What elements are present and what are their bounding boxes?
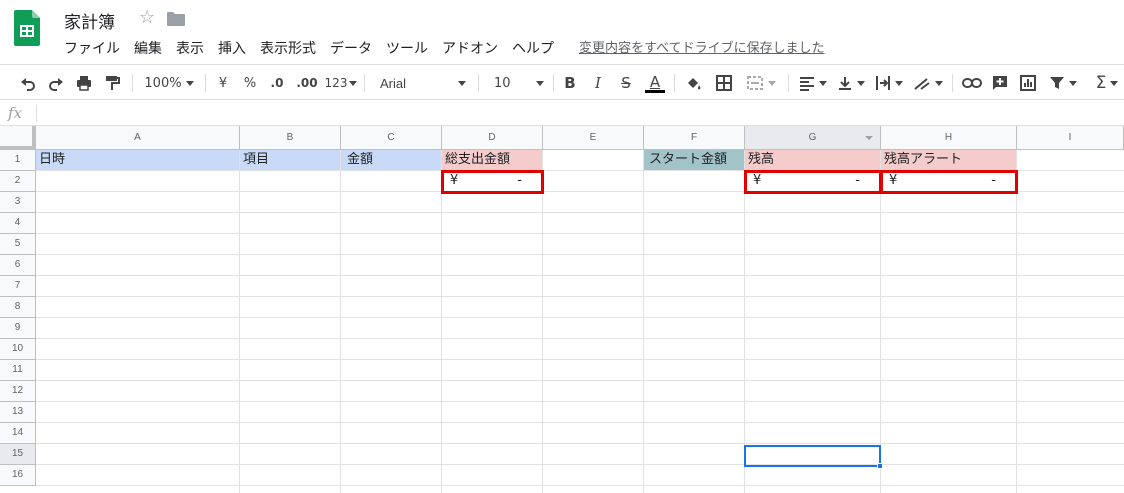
formula-input[interactable] bbox=[44, 105, 1114, 122]
row-header-10[interactable]: 10 bbox=[0, 339, 36, 360]
undo-icon[interactable] bbox=[16, 71, 40, 95]
font-size-select[interactable]: 10 bbox=[486, 71, 548, 95]
insert-link-icon[interactable] bbox=[960, 71, 984, 95]
strikethrough-button[interactable]: S bbox=[616, 71, 636, 95]
row-header-12[interactable]: 12 bbox=[0, 381, 36, 402]
save-status-link[interactable]: 変更内容をすべてドライブに保存しました bbox=[579, 37, 825, 56]
column-header-f[interactable]: F bbox=[644, 126, 745, 150]
row-header-15[interactable]: 15 bbox=[0, 444, 36, 465]
insert-chart-icon[interactable] bbox=[1016, 71, 1040, 95]
document-title[interactable]: 家計簿 bbox=[64, 8, 115, 33]
cell-a1[interactable]: 日時 bbox=[36, 150, 240, 171]
bold-button[interactable]: B bbox=[560, 71, 580, 95]
font-family-value: Arial bbox=[380, 75, 407, 91]
zoom-select[interactable]: 100% bbox=[140, 71, 198, 95]
highlight-box-d2 bbox=[441, 170, 544, 194]
column-header-d[interactable]: D bbox=[442, 126, 543, 150]
row-header-4[interactable]: 4 bbox=[0, 213, 36, 234]
row-header-13[interactable]: 13 bbox=[0, 402, 36, 423]
folder-icon[interactable] bbox=[166, 10, 186, 28]
select-all-corner[interactable] bbox=[0, 126, 36, 150]
row-header-16[interactable]: 16 bbox=[0, 465, 36, 486]
cell-f1[interactable]: スタート金額 bbox=[644, 150, 745, 171]
row-header-14[interactable]: 14 bbox=[0, 423, 36, 444]
font-family-select[interactable]: Arial bbox=[372, 71, 472, 95]
fill-color-icon[interactable] bbox=[682, 71, 706, 95]
paint-format-icon[interactable] bbox=[100, 71, 124, 95]
row-header-9[interactable]: 9 bbox=[0, 318, 36, 339]
text-color-button[interactable]: A bbox=[644, 71, 666, 95]
cell-g1[interactable]: 残高 bbox=[745, 150, 881, 171]
redo-icon[interactable] bbox=[44, 71, 68, 95]
highlight-box-g2 bbox=[744, 170, 882, 194]
borders-icon[interactable] bbox=[712, 71, 736, 95]
filter-icon[interactable] bbox=[1044, 71, 1082, 95]
zoom-value: 100% bbox=[144, 75, 182, 91]
text-wrap-icon[interactable] bbox=[872, 71, 906, 95]
menu-edit[interactable]: 編集 bbox=[134, 38, 162, 58]
cell-h1[interactable]: 残高アラート bbox=[881, 150, 1017, 171]
menu-view[interactable]: 表示 bbox=[176, 38, 204, 58]
cell-d1[interactable]: 総支出金額 bbox=[442, 150, 543, 171]
toolbar: 100% ¥ % .0 .00 123 Arial 10 B I S A Σ bbox=[0, 64, 1124, 100]
menu-insert[interactable]: 挿入 bbox=[218, 38, 246, 58]
menu-format[interactable]: 表示形式 bbox=[260, 38, 316, 58]
italic-button[interactable]: I bbox=[588, 71, 608, 95]
cell-b1[interactable]: 項目 bbox=[240, 150, 341, 171]
percent-format-button[interactable]: % bbox=[240, 71, 260, 95]
row-header-3[interactable]: 3 bbox=[0, 192, 36, 213]
merge-cells-icon[interactable] bbox=[742, 71, 780, 95]
text-rotation-icon[interactable] bbox=[910, 71, 946, 95]
row-header-1[interactable]: 1 bbox=[0, 150, 36, 171]
column-header-c[interactable]: C bbox=[341, 126, 442, 150]
menu-bar: ファイル 編集 表示 挿入 表示形式 データ ツール アドオン ヘルプ bbox=[64, 38, 568, 58]
horizontal-align-icon[interactable] bbox=[796, 71, 830, 95]
fx-icon: fx bbox=[8, 104, 23, 122]
menu-file[interactable]: ファイル bbox=[64, 38, 120, 58]
star-icon[interactable]: ☆ bbox=[139, 7, 155, 28]
column-header-e[interactable]: E bbox=[543, 126, 644, 150]
column-header-i[interactable]: I bbox=[1017, 126, 1124, 150]
formula-bar: fx bbox=[0, 101, 1124, 126]
fill-handle[interactable] bbox=[877, 463, 883, 469]
text-color-letter: A bbox=[649, 72, 661, 91]
insert-comment-icon[interactable] bbox=[988, 71, 1012, 95]
menu-data[interactable]: データ bbox=[330, 38, 372, 58]
row-header-2[interactable]: 2 bbox=[0, 171, 36, 192]
menu-help[interactable]: ヘルプ bbox=[512, 38, 554, 58]
column-header-h[interactable]: H bbox=[881, 126, 1017, 150]
functions-icon[interactable]: Σ bbox=[1090, 71, 1124, 95]
more-formats-label: 123 bbox=[324, 76, 348, 90]
currency-format-button[interactable]: ¥ bbox=[213, 71, 233, 95]
decrease-decimal-button[interactable]: .0 bbox=[266, 71, 288, 95]
vertical-align-icon[interactable] bbox=[834, 71, 868, 95]
cell-c1[interactable]: 金額 bbox=[341, 150, 442, 171]
font-size-value: 10 bbox=[494, 75, 511, 91]
column-menu-icon[interactable] bbox=[864, 134, 874, 142]
highlight-box-h2 bbox=[880, 170, 1018, 194]
cell-gridlines bbox=[36, 150, 1124, 493]
menu-addons[interactable]: アドオン bbox=[442, 38, 498, 58]
print-icon[interactable] bbox=[72, 71, 96, 95]
selected-cell-g15[interactable] bbox=[744, 445, 881, 467]
formula-divider bbox=[36, 105, 37, 122]
app-header: 家計簿 ☆ ファイル 編集 表示 挿入 表示形式 データ ツール アドオン ヘル… bbox=[0, 0, 1124, 64]
sheets-logo-icon[interactable] bbox=[14, 10, 40, 46]
increase-decimal-button[interactable]: .00 bbox=[294, 71, 320, 95]
row-header-5[interactable]: 5 bbox=[0, 234, 36, 255]
row-header-11[interactable]: 11 bbox=[0, 360, 36, 381]
text-color-swatch bbox=[645, 89, 665, 93]
spreadsheet-grid: A B C D E F G H I 1 2 3 4 5 6 7 8 9 10 1… bbox=[0, 126, 1124, 493]
row-header-6[interactable]: 6 bbox=[0, 255, 36, 276]
column-header-b[interactable]: B bbox=[240, 126, 341, 150]
more-formats-button[interactable]: 123 bbox=[324, 71, 358, 95]
column-header-g[interactable]: G bbox=[745, 126, 881, 150]
column-header-a[interactable]: A bbox=[36, 126, 240, 150]
row-header-8[interactable]: 8 bbox=[0, 297, 36, 318]
menu-tools[interactable]: ツール bbox=[386, 38, 428, 58]
row-header-7[interactable]: 7 bbox=[0, 276, 36, 297]
